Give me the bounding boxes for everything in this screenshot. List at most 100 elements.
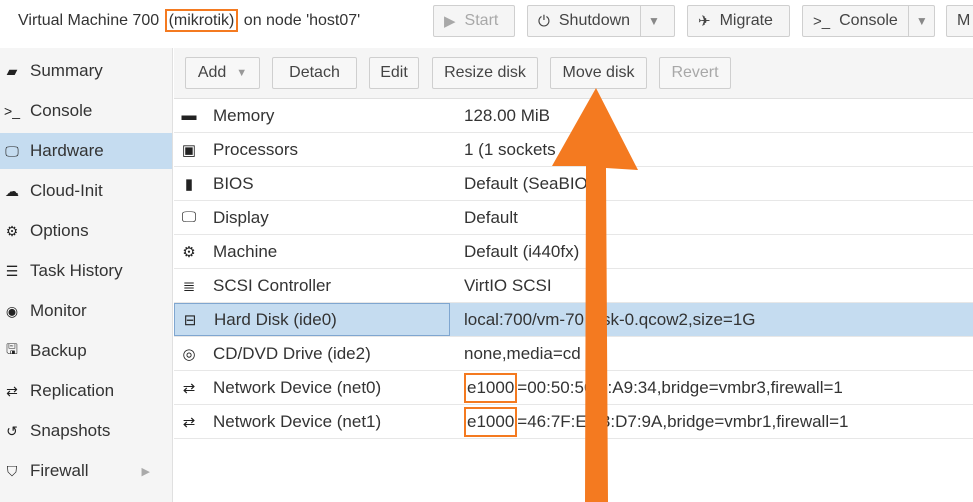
row-name: Display	[213, 207, 269, 227]
chevron-down-icon: ▼	[236, 67, 248, 79]
row-value: e1000 =46:7F:E4 3:D7:9A,bridge=vmbr1,fire…	[464, 405, 849, 438]
play-icon: ▶	[444, 13, 456, 30]
migrate-button[interactable]: ✈ Migrate	[687, 5, 790, 37]
nic-model-highlight: e1000	[464, 372, 518, 403]
sidebar-item-label: Snapshots	[30, 421, 111, 440]
sidebar-item-label: Cloud-Init	[30, 181, 103, 200]
sidebar-item-label: Console	[30, 101, 93, 120]
add-button[interactable]: Add ▼	[185, 57, 260, 89]
nic-model-highlight: e1000	[464, 406, 518, 437]
hardware-row-machine[interactable]: ⚙ Machine Default (i440fx)	[174, 235, 973, 269]
hardware-row-cdrom[interactable]: ◎ CD/DVD Drive (ide2) none,media=cd m	[174, 337, 973, 371]
chevron-down-icon[interactable]: ▼	[907, 6, 928, 36]
detach-button[interactable]: Detach	[272, 57, 357, 89]
sidebar-item-console[interactable]: >_ Console	[0, 93, 172, 129]
terminal-icon: >_	[4, 103, 20, 119]
chevron-down-icon[interactable]: ▼	[640, 6, 660, 36]
sidebar-item-snapshots[interactable]: ↺ Snapshots	[0, 413, 172, 449]
cdrom-icon: ◎	[182, 345, 196, 363]
retweet-icon: ⇄	[6, 382, 18, 399]
sidebar-item-monitor[interactable]: ◉ Monitor	[0, 293, 172, 329]
row-name: Hard Disk (ide0)	[214, 309, 337, 329]
row-name: SCSI Controller	[213, 275, 332, 295]
hardware-row-scsi-controller[interactable]: ≣ SCSI Controller VirtIO SCSI	[174, 269, 973, 303]
hardware-row-display[interactable]: 🖵 Display Default	[174, 201, 973, 235]
exchange-icon: ⇄	[182, 379, 196, 397]
sidebar-item-replication[interactable]: ⇄ Replication	[0, 373, 172, 409]
hardware-row-net0[interactable]: ⇄ Network Device (net0) e1000 =00:50:56 0:…	[174, 371, 973, 405]
vm-header: Virtual Machine 700 (mikrotik) on node '…	[0, 0, 973, 44]
row-name: Network Device (net1)	[213, 411, 382, 431]
book-icon: ▰	[6, 62, 18, 79]
row-value: 128.00 MiB	[464, 105, 550, 125]
vm-title: Virtual Machine 700 (mikrotik) on node '…	[18, 9, 360, 32]
resize-disk-label: Resize disk	[444, 64, 526, 81]
add-label: Add	[197, 64, 227, 81]
history-icon: ↺	[6, 422, 18, 439]
sidebar-item-label: Options	[30, 221, 89, 240]
hardware-row-processors[interactable]: ▣ Processors 1 (1 sockets	[174, 133, 973, 167]
sidebar-item-options[interactable]: ⚙ Options	[0, 213, 172, 249]
start-label: Start	[464, 12, 499, 29]
start-button[interactable]: ▶ Start	[433, 5, 515, 37]
row-value: none,media=cd m	[464, 343, 600, 363]
edit-button[interactable]: Edit	[369, 57, 419, 89]
vm-title-prefix: Virtual Machine 700	[18, 12, 164, 29]
revert-button[interactable]: Revert	[659, 57, 731, 89]
hardware-toolbar: Add ▼ Detach Edit Resize disk Move disk …	[174, 48, 973, 99]
memory-icon: ▬	[181, 107, 197, 124]
sidebar-item-label: Firewall	[30, 461, 89, 480]
console-label: Console	[839, 12, 898, 29]
edit-label: Edit	[380, 64, 408, 81]
sidebar-item-label: Task History	[30, 261, 123, 280]
eye-icon: ◉	[5, 302, 19, 319]
send-icon: ✈	[698, 13, 711, 30]
sidebar-item-firewall[interactable]: ⛉ Firewall ▶	[0, 453, 172, 489]
shutdown-label: Shutdown	[558, 12, 631, 29]
hardware-row-memory[interactable]: ▬ Memory 128.00 MiB	[174, 99, 973, 133]
revert-label: Revert	[671, 64, 719, 81]
row-name: Machine	[213, 241, 278, 261]
row-name: CD/DVD Drive (ide2)	[213, 343, 371, 363]
console-button[interactable]: >_ Console ▼	[802, 5, 935, 37]
shield-icon: ⛉	[6, 462, 18, 479]
shutdown-button[interactable]: ⏻ Shutdown ▼	[527, 5, 675, 37]
sidebar-item-backup[interactable]: 🖫 Backup	[0, 333, 172, 369]
terminal-icon: >_	[813, 12, 831, 30]
exchange-icon: ⇄	[182, 413, 196, 431]
power-icon: ⏻	[538, 12, 550, 30]
sidebar-item-label: Replication	[30, 381, 115, 400]
sidebar-item-summary[interactable]: ▰ Summary	[0, 53, 172, 89]
move-disk-button[interactable]: Move disk	[550, 57, 647, 89]
row-value: Default	[464, 207, 518, 227]
cpu-icon: ▣	[181, 141, 197, 159]
row-name: Processors	[213, 139, 299, 159]
gear-icon: ⚙	[5, 222, 19, 239]
desktop-icon: 🖵	[5, 142, 19, 159]
database-icon: ≣	[182, 277, 196, 295]
hardware-row-net1[interactable]: ⇄ Network Device (net1) e1000 =46:7F:E4 3:…	[174, 405, 973, 439]
row-name: Network Device (net0)	[213, 377, 382, 397]
row-value-rest: =46:7F:E4 3:D7:9A,bridge=vmbr1,firewall=…	[517, 411, 849, 431]
row-name: BIOS	[213, 173, 254, 193]
microchip-icon: ▮	[184, 175, 194, 193]
chevron-right-icon[interactable]: ▶	[142, 465, 150, 478]
row-name: Memory	[213, 105, 275, 125]
row-value: Default (SeaBIO	[464, 173, 588, 193]
detach-label: Detach	[289, 64, 340, 81]
resize-disk-button[interactable]: Resize disk	[432, 57, 538, 89]
row-value: VirtIO SCSI	[464, 275, 552, 295]
hardware-row-bios[interactable]: ▮ BIOS Default (SeaBIO	[174, 167, 973, 201]
sidebar-item-task-history[interactable]: ☰ Task History	[0, 253, 172, 289]
row-value: Default (i440fx)	[464, 241, 580, 261]
more-button[interactable]: M	[946, 5, 973, 37]
hardware-grid: ▬ Memory 128.00 MiB ▣ Processors 1 (1 sock…	[174, 99, 973, 502]
sidebar-item-hardware[interactable]: 🖵 Hardware	[0, 133, 172, 169]
sidebar-item-cloud-init[interactable]: ☁ Cloud-Init	[0, 173, 172, 209]
migrate-label: Migrate	[719, 12, 773, 29]
list-icon: ☰	[5, 262, 19, 279]
hardware-row-hard-disk[interactable]: ⊟ Hard Disk (ide0) local:700/vm-70 disk-0…	[174, 303, 973, 337]
row-value: e1000 =00:50:56 0:A9:34,bridge=vmbr3,fire…	[464, 371, 843, 404]
sidebar-item-label: Hardware	[30, 141, 104, 160]
floppy-icon: 🖫	[6, 341, 18, 357]
